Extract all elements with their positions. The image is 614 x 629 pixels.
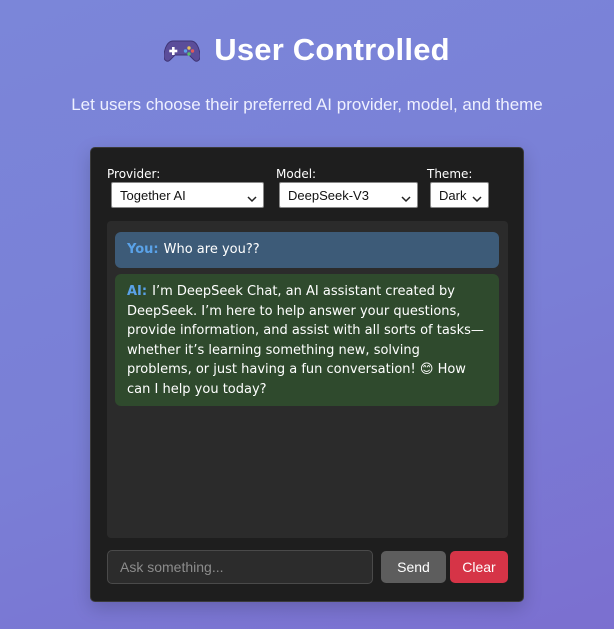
chat-app-panel: Provider: Together AI Model: DeepSeek-V3…	[90, 147, 524, 602]
model-label: Model:	[276, 167, 317, 181]
page-header: User Controlled	[0, 32, 614, 68]
chat-history[interactable]: You: Who are you?? AI: I’m DeepSeek Chat,…	[107, 221, 508, 538]
model-select-value: DeepSeek-V3	[288, 187, 369, 203]
chevron-down-icon	[401, 191, 411, 203]
gamepad-icon	[163, 36, 201, 64]
chevron-down-icon	[247, 191, 257, 203]
message-input[interactable]	[107, 550, 373, 584]
ai-message-text: I’m DeepSeek Chat, an AI assistant creat…	[127, 284, 484, 397]
ai-sender-label: AI:	[127, 284, 148, 299]
provider-label: Provider:	[107, 167, 161, 181]
page-subtitle: Let users choose their preferred AI prov…	[71, 95, 543, 114]
chevron-down-icon	[472, 191, 482, 203]
clear-button[interactable]: Clear	[450, 551, 508, 583]
user-message-text: Who are you??	[163, 242, 260, 258]
provider-select-value: Together AI	[120, 187, 186, 203]
model-select[interactable]: DeepSeek-V3	[279, 182, 418, 208]
theme-select[interactable]: Dark	[430, 182, 489, 208]
page-title: User Controlled	[214, 32, 450, 67]
ai-message: AI: I’m DeepSeek Chat, an AI assistant cr…	[115, 274, 499, 406]
theme-select-value: Dark	[439, 187, 467, 203]
provider-select[interactable]: Together AI	[111, 182, 264, 208]
user-sender-label: You:	[127, 242, 159, 258]
theme-label: Theme:	[427, 167, 473, 181]
send-button[interactable]: Send	[381, 551, 446, 583]
user-message: You: Who are you??	[115, 232, 499, 268]
